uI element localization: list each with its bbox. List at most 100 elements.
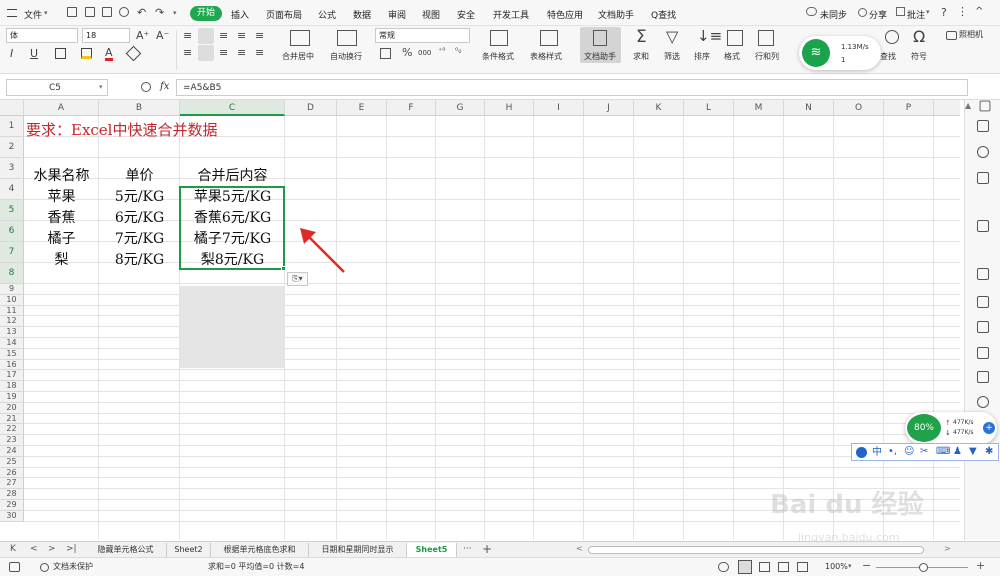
tab-special[interactable]: 特色应用 (547, 8, 583, 21)
col-header-n[interactable]: N (784, 100, 834, 116)
zoom-slider-thumb[interactable] (919, 563, 928, 572)
tab-start[interactable]: 开始 (190, 6, 222, 21)
ime-skin-icon[interactable]: ▼ (969, 447, 977, 457)
justify-icon[interactable]: ≡ (237, 47, 246, 58)
more-icon[interactable]: ⋮ (957, 5, 968, 18)
row-header[interactable]: 20 (0, 402, 24, 414)
decimal-decrease-icon[interactable]: ⁰₀ (455, 47, 461, 55)
row-header[interactable]: 27 (0, 478, 24, 490)
sidebar-select-icon[interactable] (979, 100, 991, 112)
chevron-down-icon[interactable]: ▾ (44, 9, 48, 17)
col-header-e[interactable]: E (337, 100, 387, 116)
cond-format-icon[interactable] (490, 30, 508, 46)
sidebar-doc-icon[interactable] (977, 268, 989, 280)
scroll-up-icon[interactable]: ▲ (965, 102, 971, 110)
rowcol-button[interactable]: 行和列 (755, 51, 779, 62)
row-header[interactable]: 5 (0, 200, 24, 221)
fullscreen-icon[interactable] (797, 562, 808, 572)
menu-search[interactable]: Q查找 (651, 8, 676, 21)
row-header[interactable]: 11 (0, 305, 24, 317)
page-layout-icon[interactable] (759, 562, 770, 572)
col-header-a[interactable]: A (24, 100, 99, 116)
sidebar-copy-icon[interactable] (977, 120, 989, 132)
sheet-tab[interactable]: 日期和星期同时显示 (309, 543, 407, 557)
menu-file[interactable]: 文件 (24, 8, 42, 21)
row-header[interactable]: 25 (0, 456, 24, 468)
row-header[interactable]: 29 (0, 500, 24, 511)
align-top-icon[interactable]: ≡ (183, 30, 192, 41)
ime-settings-icon[interactable]: ✱ (985, 447, 993, 457)
sidebar-shape-icon[interactable] (977, 172, 989, 184)
tab-developer[interactable]: 开发工具 (493, 8, 529, 21)
percent-icon[interactable]: % (402, 47, 412, 58)
col-header-j[interactable]: J (584, 100, 634, 116)
help-icon[interactable]: ? (941, 6, 947, 19)
fill-color-icon[interactable] (81, 48, 92, 59)
font-shrink-icon[interactable]: A⁻ (156, 30, 169, 41)
row-header[interactable]: 26 (0, 467, 24, 479)
auto-wrap-button[interactable]: 自动换行 (330, 51, 362, 62)
header-cell[interactable]: 水果名称 (24, 166, 99, 186)
font-size-select[interactable]: 18 (82, 28, 130, 43)
chevron-down-icon[interactable]: ▾ (99, 84, 103, 91)
prev-sheet-icon[interactable]: < (30, 545, 38, 554)
corner-select-all[interactable] (0, 100, 24, 116)
row-header[interactable]: 14 (0, 338, 24, 349)
row-header[interactable]: 1 (0, 116, 24, 137)
quick-preview-icon[interactable] (119, 7, 129, 17)
find-button[interactable]: 查找 (880, 51, 896, 62)
table-style-icon[interactable] (540, 30, 558, 46)
zoom-out-icon[interactable]: − (862, 560, 871, 571)
protect-status[interactable]: 文档未保护 (53, 563, 93, 571)
row-header[interactable]: 12 (0, 316, 24, 328)
row-header[interactable]: 24 (0, 446, 24, 457)
more-sheets-button[interactable]: ··· (463, 545, 472, 554)
col-header-g[interactable]: G (436, 100, 485, 116)
ime-emoji-icon[interactable]: ☺ (904, 447, 914, 457)
tab-insert[interactable]: 插入 (231, 8, 249, 21)
tab-review[interactable]: 审阅 (388, 8, 406, 21)
ime-punct-icon[interactable]: •, (888, 447, 897, 457)
merge-center-icon[interactable] (290, 30, 310, 46)
symbol-button[interactable]: 符号 (911, 51, 927, 62)
name-box[interactable]: C5 ▾ (6, 79, 108, 96)
formula-input[interactable]: =A5&B5 (176, 79, 968, 96)
align-left-icon[interactable]: ≡ (183, 47, 192, 58)
comment-button[interactable]: 批注 (907, 8, 925, 21)
zoom-in-icon[interactable]: + (976, 560, 985, 571)
row-header[interactable]: 7 (0, 242, 24, 263)
chevron-down-icon[interactable]: ▾ (926, 8, 930, 16)
col-header-m[interactable]: M (734, 100, 784, 116)
sheet-tab-active[interactable]: Sheet5 (407, 543, 457, 557)
ime-mode[interactable]: 中 (872, 448, 882, 458)
header-cell[interactable]: 合并后内容 (180, 166, 285, 186)
last-sheet-icon[interactable]: >| (66, 545, 77, 554)
rowcol-icon[interactable] (758, 30, 774, 46)
tab-page-layout[interactable]: 页面布局 (266, 8, 302, 21)
symbol-icon[interactable]: Ω (913, 29, 925, 45)
tab-doc-helper[interactable]: 文档助手 (598, 8, 634, 21)
align-right-icon[interactable]: ≡ (219, 47, 228, 58)
sidebar-help-icon[interactable] (977, 396, 989, 408)
table-cell[interactable]: 6元/KG (99, 208, 180, 228)
row-header[interactable]: 8 (0, 263, 24, 284)
tab-data[interactable]: 数据 (353, 8, 371, 21)
sheet-tab[interactable]: 根据单元格底色求和 (211, 543, 309, 557)
doc-helper-icon[interactable] (593, 30, 607, 46)
row-header[interactable]: 17 (0, 370, 24, 382)
table-cell[interactable]: 香蕉 (24, 208, 99, 228)
indent-icon[interactable]: ≡ (255, 30, 264, 41)
chevron-down-icon[interactable]: ▾ (173, 9, 177, 17)
sheet-tab[interactable]: 隐藏单元格公式 (85, 543, 167, 557)
font-color-icon[interactable]: A (105, 47, 113, 61)
italic-icon[interactable]: I (10, 48, 13, 59)
collapse-ribbon-icon[interactable]: ^ (975, 6, 983, 17)
menu-hamburger-icon[interactable] (7, 9, 17, 17)
table-style-button[interactable]: 表格样式 (530, 51, 562, 62)
col-header-l[interactable]: L (684, 100, 734, 116)
row-header[interactable]: 9 (0, 284, 24, 295)
sidebar-comment-icon[interactable] (977, 347, 989, 359)
normal-view-icon[interactable] (738, 560, 752, 574)
sheet-tab[interactable]: Sheet2 (167, 543, 211, 557)
ime-user-icon[interactable]: ♟ (953, 447, 962, 457)
